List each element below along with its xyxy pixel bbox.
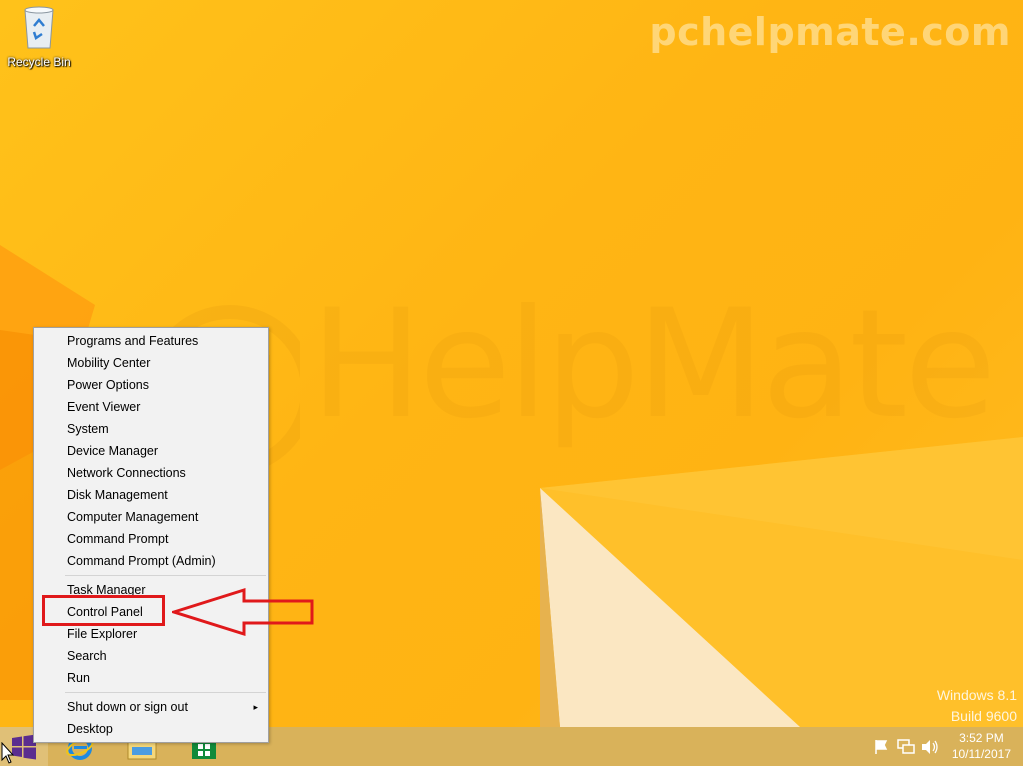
system-clock[interactable]: 3:52 PM 10/11/2017 xyxy=(952,730,1011,762)
recycle-bin-shortcut[interactable]: Recycle Bin xyxy=(4,4,74,69)
annotation-highlight-box xyxy=(42,595,165,626)
menu-separator xyxy=(65,692,266,693)
clock-date: 10/11/2017 xyxy=(951,747,1011,761)
menu-item-command-prompt-admin[interactable]: Command Prompt (Admin) xyxy=(36,550,266,572)
helpmate-logo-watermark: HelpMate xyxy=(160,290,996,500)
volume-icon[interactable] xyxy=(921,739,939,755)
menu-item-event-viewer[interactable]: Event Viewer xyxy=(36,396,266,418)
menu-item-command-prompt[interactable]: Command Prompt xyxy=(36,528,266,550)
menu-item-shut-down-or-sign-out[interactable]: Shut down or sign out ▸ xyxy=(36,696,266,718)
menu-item-search[interactable]: Search xyxy=(36,645,266,667)
menu-item-power-options[interactable]: Power Options xyxy=(36,374,266,396)
power-user-menu: Programs and Features Mobility Center Po… xyxy=(33,327,269,743)
submenu-arrow-icon: ▸ xyxy=(253,702,258,712)
menu-item-disk-management[interactable]: Disk Management xyxy=(36,484,266,506)
menu-item-network-connections[interactable]: Network Connections xyxy=(36,462,266,484)
os-build: Build 9600 xyxy=(950,708,1017,724)
annotation-arrow-icon xyxy=(172,587,314,637)
action-center-flag-icon[interactable] xyxy=(873,739,889,755)
windows-version-info: Windows 8.1 Build 9600 xyxy=(937,685,1017,727)
menu-item-device-manager[interactable]: Device Manager xyxy=(36,440,266,462)
clock-time: 3:52 PM xyxy=(959,731,1004,745)
site-watermark: pchelpmate.com xyxy=(649,10,1011,54)
menu-item-desktop[interactable]: Desktop xyxy=(36,718,266,740)
menu-item-system[interactable]: System xyxy=(36,418,266,440)
menu-separator xyxy=(65,575,266,576)
mouse-cursor-icon xyxy=(1,742,15,764)
menu-item-label: Shut down or sign out xyxy=(67,700,188,714)
menu-item-run[interactable]: Run xyxy=(36,667,266,689)
network-icon[interactable] xyxy=(897,739,915,755)
menu-item-mobility-center[interactable]: Mobility Center xyxy=(36,352,266,374)
helpmate-logo-text: HelpMate xyxy=(310,278,996,452)
menu-item-computer-management[interactable]: Computer Management xyxy=(36,506,266,528)
recycle-bin-icon xyxy=(24,6,54,49)
recycle-bin-label: Recycle Bin xyxy=(7,55,71,69)
menu-item-programs-and-features[interactable]: Programs and Features xyxy=(36,330,266,352)
os-name: Windows 8.1 xyxy=(936,687,1017,703)
